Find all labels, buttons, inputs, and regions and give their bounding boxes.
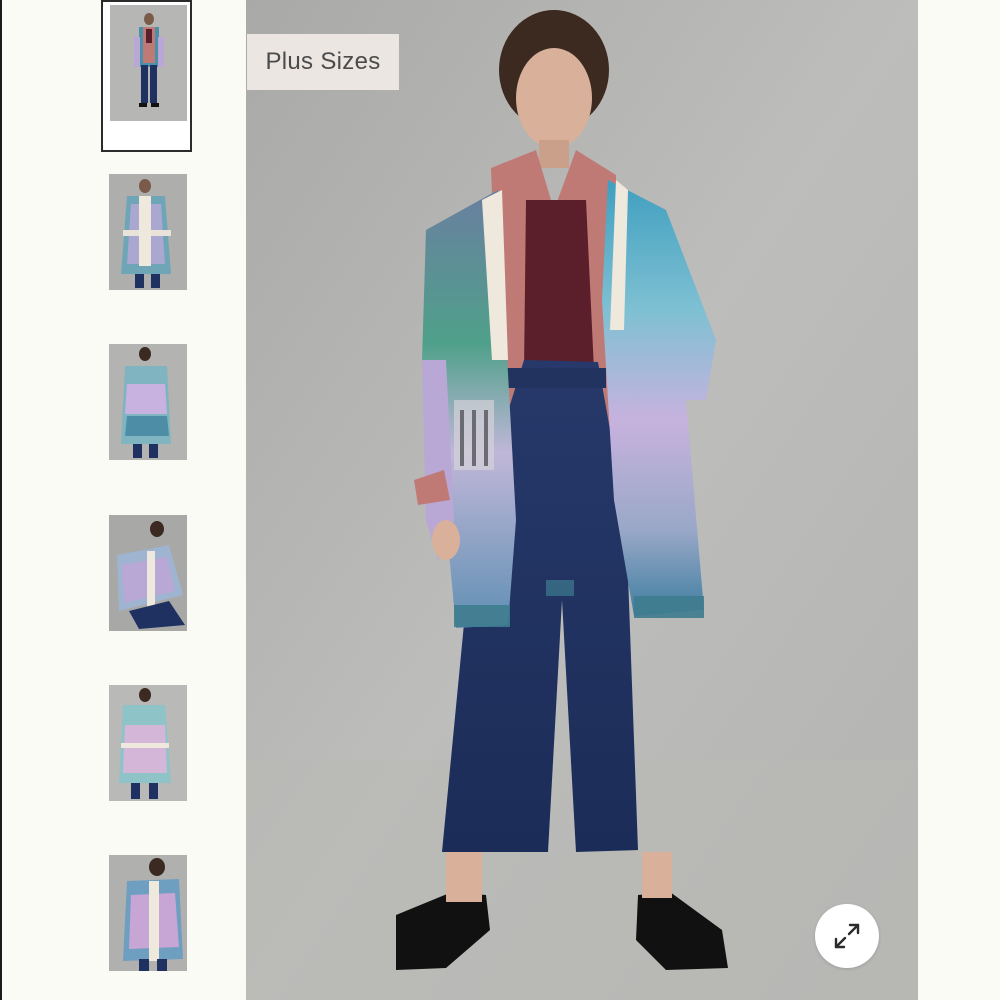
thumbnail-4-image [109,515,187,631]
thumbnail-column [0,0,246,1000]
main-product-image[interactable] [246,0,918,1000]
model-photo [246,0,918,1000]
thumbnail-3[interactable] [109,344,187,460]
right-gutter [918,0,1000,1000]
thumbnail-6[interactable] [109,855,187,971]
thumbnail-1-selected[interactable] [101,0,192,152]
thumbnail-1-image [110,5,187,121]
plus-sizes-badge: Plus Sizes [247,34,399,90]
thumbnail-5[interactable] [109,685,187,801]
thumbnail-6-image [109,855,187,971]
thumbnail-4[interactable] [109,515,187,631]
thumbnail-2[interactable] [109,174,187,290]
thumbnail-5-image [109,685,187,801]
expand-image-button[interactable] [815,904,879,968]
thumbnail-3-image [109,344,187,460]
thumbnail-2-image [109,174,187,290]
expand-arrows-icon [834,923,860,949]
